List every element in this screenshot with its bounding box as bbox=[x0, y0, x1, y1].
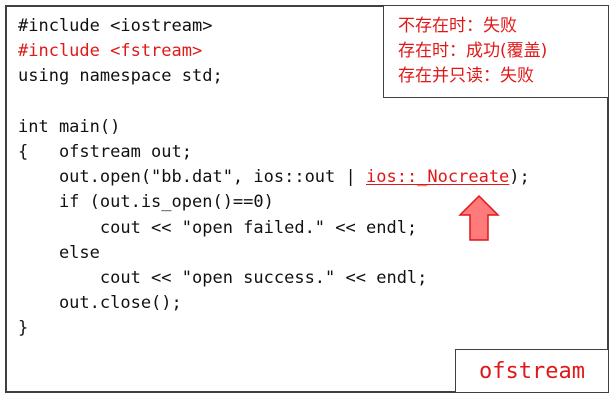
notes-box: 不存在时：失败 存在时：成功(覆盖) 存在并只读：失败 bbox=[383, 5, 609, 98]
code-token: out.open("bb.dat", ios::out | bbox=[18, 167, 366, 188]
note-exists: 存在时：成功(覆盖) bbox=[398, 41, 548, 61]
code-line: out.open("bb.dat", ios::out | ios::_Nocr… bbox=[18, 165, 530, 190]
code-token: #include <iostream> bbox=[18, 16, 213, 36]
up-arrow-icon bbox=[458, 194, 500, 241]
code-token: cout << "open failed." << endl; bbox=[18, 217, 418, 238]
code-line: cout << "open failed." << endl; bbox=[18, 216, 530, 241]
code-line: else bbox=[18, 241, 530, 266]
code-token: if (out.is_open()==0) bbox=[18, 192, 274, 213]
code-line: cout << "open success." << endl; bbox=[18, 266, 530, 291]
note-not-exists: 不存在时：失败 bbox=[398, 16, 517, 36]
code-line: int main() bbox=[18, 115, 530, 140]
code-token: { ofstream out; bbox=[18, 141, 192, 162]
code-token: out.close(); bbox=[18, 293, 182, 314]
class-label-box: ofstream bbox=[455, 349, 609, 393]
code-token: cout << "open success." << endl; bbox=[18, 267, 428, 288]
code-token: ); bbox=[509, 167, 530, 188]
code-token: else bbox=[18, 242, 100, 263]
code-line: out.close(); bbox=[18, 291, 530, 316]
code-flag-nocreate: ios::_Nocreate bbox=[366, 167, 510, 188]
note-exists-readonly: 存在并只读：失败 bbox=[398, 66, 534, 86]
code-line: if (out.is_open()==0) bbox=[18, 190, 530, 215]
class-label: ofstream bbox=[479, 358, 585, 384]
code-token: int main() bbox=[18, 116, 121, 137]
code-line: { ofstream out; bbox=[18, 140, 530, 165]
code-line: } bbox=[18, 316, 530, 341]
code-token: } bbox=[18, 318, 29, 339]
code-token: using namespace std; bbox=[18, 66, 223, 87]
up-arrow-shape bbox=[458, 194, 500, 241]
code-token: #include <fstream> bbox=[18, 41, 203, 62]
